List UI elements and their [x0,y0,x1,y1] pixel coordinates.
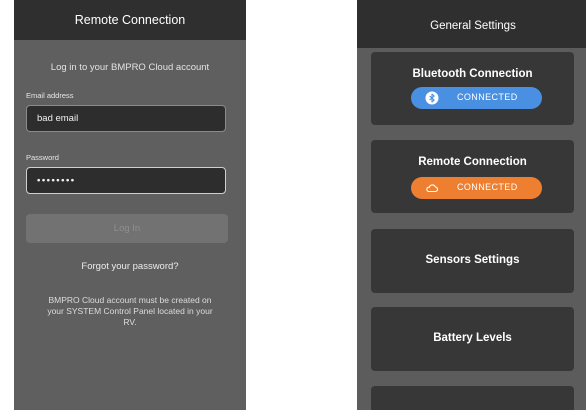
email-field[interactable]: bad email [26,105,226,132]
remote-connection-header: Remote Connection [14,0,246,40]
card-title: Sensors Settings [425,254,520,266]
bluetooth-icon [425,91,439,105]
settings-card-partial[interactable] [371,386,574,410]
password-field[interactable]: •••••••• [26,167,226,194]
bluetooth-connection-card[interactable]: Bluetooth Connection CONNECTED [371,52,574,125]
account-note: BMPRO Cloud account must be created on y… [47,295,213,327]
card-title: Battery Levels [433,332,512,344]
general-settings-header: General Settings [357,0,586,48]
card-title: Remote Connection [418,156,527,168]
sensors-settings-card[interactable]: Sensors Settings [371,229,574,293]
forgot-password-link[interactable]: Forgot your password? [14,261,246,272]
page-title: General Settings [430,20,516,32]
remote-status-badge: CONNECTED [411,177,542,199]
login-intro-text: Log in to your BMPRO Cloud account [50,62,210,73]
page-title: Remote Connection [74,13,186,27]
login-button[interactable]: Log In [26,214,228,243]
battery-levels-card[interactable]: Battery Levels [371,307,574,371]
status-text: CONNECTED [457,92,518,102]
email-label: Email address [26,91,74,100]
bluetooth-status-badge: CONNECTED [411,87,542,109]
status-text: CONNECTED [457,182,518,192]
remote-connection-screen: Remote Connection Log in to your BMPRO C… [14,0,246,410]
remote-connection-card[interactable]: Remote Connection CONNECTED [371,140,574,213]
cloud-icon [426,184,439,193]
password-label: Password [26,153,59,162]
general-settings-screen: General Settings Bluetooth Connection CO… [357,0,586,410]
card-title: Bluetooth Connection [412,68,533,80]
